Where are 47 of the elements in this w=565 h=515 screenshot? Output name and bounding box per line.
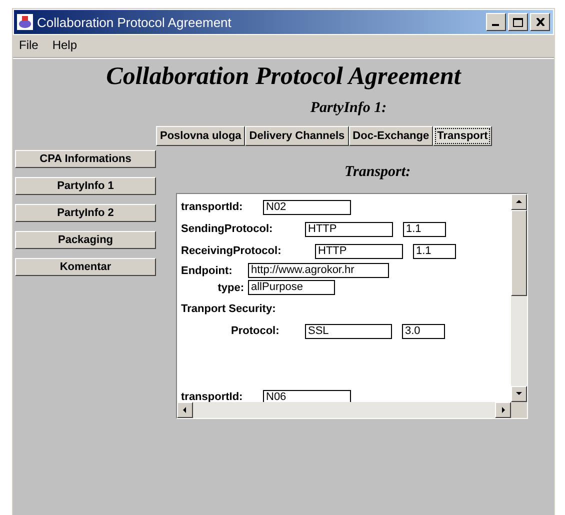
scroll-down-button[interactable] bbox=[511, 386, 527, 402]
app-icon bbox=[17, 14, 33, 30]
scroll-left-button[interactable] bbox=[177, 402, 193, 418]
vertical-scrollbar[interactable] bbox=[511, 194, 527, 402]
input-field[interactable]: N06 bbox=[263, 390, 351, 402]
tab[interactable]: Transport bbox=[433, 126, 492, 146]
page-heading: Collaboration Protocol Agreement bbox=[106, 63, 461, 91]
field-label: Protocol: bbox=[231, 325, 280, 337]
input-field[interactable]: HTTP bbox=[305, 222, 393, 236]
close-button[interactable] bbox=[530, 13, 550, 31]
input-field[interactable]: allPurpose bbox=[248, 280, 335, 295]
horizontal-scrollbar[interactable] bbox=[177, 402, 511, 418]
scroll-thumb[interactable] bbox=[511, 210, 527, 296]
tab[interactable]: Delivery Channels bbox=[245, 126, 349, 146]
window-title: Collaboration Protocol Agreement bbox=[37, 14, 232, 30]
minimize-button[interactable] bbox=[486, 13, 506, 31]
maximize-icon bbox=[513, 18, 523, 26]
tab[interactable]: Doc-Exchange bbox=[348, 126, 434, 146]
field-label: transportId: bbox=[181, 391, 244, 402]
sidebar-button[interactable]: PartyInfo 2 bbox=[15, 204, 156, 222]
section-label: Tranport Security: bbox=[181, 303, 276, 315]
input-field[interactable]: 3.0 bbox=[402, 324, 445, 338]
input-field[interactable]: 1.1 bbox=[413, 244, 456, 258]
menu-item[interactable]: Help bbox=[52, 38, 78, 54]
scrollbar-corner bbox=[511, 402, 527, 418]
field-label: transportId: bbox=[181, 201, 244, 213]
field-label: Endpoint: bbox=[181, 264, 234, 276]
sidebar-button[interactable]: PartyInfo 1 bbox=[15, 177, 156, 195]
scroll-up-button[interactable] bbox=[511, 194, 527, 210]
field-label: SendingProtocol: bbox=[181, 223, 274, 235]
scroll-right-button[interactable] bbox=[495, 402, 511, 418]
input-field[interactable]: http://www.agrokor.hr bbox=[248, 263, 389, 278]
field-label: type: bbox=[216, 282, 244, 294]
input-field[interactable]: 1.1 bbox=[403, 222, 446, 236]
close-icon bbox=[536, 18, 544, 26]
input-field[interactable]: N02 bbox=[263, 200, 351, 214]
section-heading: PartyInfo 1: bbox=[310, 100, 387, 117]
input-field[interactable]: SSL bbox=[305, 324, 392, 338]
sidebar-button[interactable]: Komentar bbox=[15, 258, 156, 276]
menu-item[interactable]: File bbox=[19, 38, 38, 54]
panel-title: Transport: bbox=[344, 164, 411, 181]
maximize-button[interactable] bbox=[508, 13, 528, 31]
field-label: ReceivingProtocol: bbox=[181, 245, 282, 257]
sidebar-button[interactable]: CPA Informations bbox=[15, 150, 156, 168]
tab[interactable]: Poslovna uloga bbox=[156, 126, 246, 146]
sidebar-button[interactable]: Packaging bbox=[15, 231, 156, 249]
input-field[interactable]: HTTP bbox=[315, 244, 403, 258]
